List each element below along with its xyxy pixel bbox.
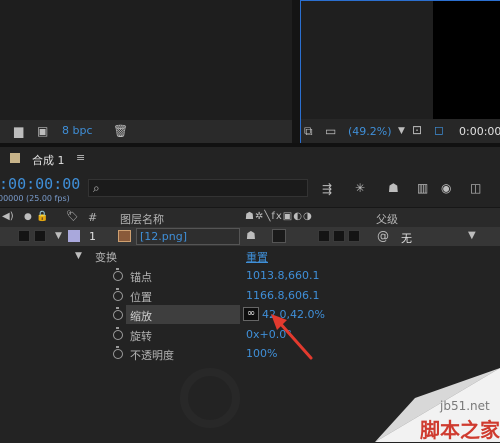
watermark-name: 脚本之家 [420, 418, 500, 442]
trash-icon[interactable]: 🗑 [113, 124, 128, 138]
property-name: 位置 [130, 291, 152, 304]
layer-name[interactable]: [12.png] [140, 230, 187, 243]
stopwatch-icon[interactable] [113, 268, 123, 281]
shy-layers-icon[interactable]: ☗ [388, 181, 399, 195]
transparency-grid-icon[interactable]: ◻ [434, 123, 444, 137]
transform-group-row[interactable]: ▼ 变换 重置 [0, 246, 500, 265]
stopwatch-icon[interactable] [113, 288, 123, 301]
layer-column-header: ◀) ● 🔒 🏷 # 图层名称 ☗✲╲fx▣◐◑ 父级 [0, 207, 500, 228]
viewer-timecode[interactable]: 0:00:00 [459, 125, 500, 138]
property-row-opacity[interactable]: 不透明度 100% [0, 344, 500, 363]
bit-depth-button[interactable]: 8 bpc [62, 124, 93, 137]
stopwatch-icon[interactable] [113, 346, 123, 359]
folder-icon[interactable]: ▆ [14, 124, 23, 138]
column-parent[interactable]: 父级 [376, 211, 398, 227]
video-switch[interactable] [18, 230, 30, 242]
audio-video-switches-icon[interactable]: ◀) [2, 210, 14, 224]
zoom-level[interactable]: (49.2%) [348, 125, 392, 138]
solo-icon[interactable]: ● [24, 210, 32, 224]
faint-logo-shape [180, 368, 240, 428]
transform-expand-icon[interactable]: ▼ [75, 249, 82, 263]
parent-dropdown-icon[interactable]: ▼ [468, 229, 476, 243]
region-of-interest-icon[interactable]: ⊡ [412, 123, 422, 137]
parent-value[interactable]: 无 [401, 230, 412, 246]
frame-blending-icon[interactable]: ▥ [417, 181, 428, 195]
property-name: 缩放 [130, 310, 152, 323]
property-name: 旋转 [130, 330, 152, 343]
parent-pickwhip-icon[interactable]: @ [377, 229, 389, 243]
effects-switch[interactable] [318, 230, 330, 242]
property-value[interactable]: 1013.8,660.1 [246, 269, 319, 282]
label-icon[interactable]: 🏷 [66, 210, 79, 224]
graph-editor-icon[interactable]: ◫ [470, 181, 481, 195]
shy-switch-icon[interactable]: ☗ [246, 229, 256, 243]
stopwatch-icon[interactable] [113, 307, 123, 320]
property-name: 不透明度 [130, 349, 174, 362]
panel-divider[interactable] [292, 0, 300, 143]
layer-index: 1 [89, 230, 96, 243]
property-name: 锚点 [130, 271, 152, 284]
transform-label: 变换 [95, 251, 117, 264]
snapshot-icon[interactable]: ⧉ [304, 124, 313, 138]
timeline-tab[interactable]: 合成 1 [32, 152, 65, 168]
image-layer-icon [118, 230, 131, 242]
draft-3d-icon[interactable]: ✳ [355, 181, 365, 195]
adjustment-switch[interactable] [333, 230, 345, 242]
tab-menu-icon[interactable]: ≡ [76, 151, 85, 164]
comp-flowchart-icon[interactable]: ⇶ [322, 182, 332, 196]
switches-header-icon: ☗✲╲fx▣◐◑ [245, 211, 313, 222]
column-num: # [88, 211, 98, 224]
column-layer-name[interactable]: 图层名称 [120, 211, 164, 227]
timeline-controls: 0:00:00:00 00000 (25.00 fps) ⌕ ⇶ ✳ ☗ ▥ ◉… [0, 171, 500, 207]
motion-blur-icon[interactable]: ◉ [441, 181, 451, 195]
property-value[interactable]: 1166.8,606.1 [246, 289, 319, 302]
viewer-canvas[interactable] [433, 1, 500, 119]
watermark-site: jb51.net [440, 399, 490, 413]
expand-chevron-icon[interactable]: ▼ [55, 229, 62, 243]
property-row-position[interactable]: 位置 1166.8,606.1 [0, 286, 500, 305]
project-footer: ▆ ▣ 8 bpc 🗑 [0, 120, 292, 143]
composition-viewer: ⧉ ▭ (49.2%) ▼ ⊡ ◻ 0:00:00 [300, 0, 500, 144]
property-row-rotation[interactable]: 旋转 0x+0.0° [0, 325, 500, 344]
3d-switch[interactable] [348, 230, 360, 242]
quality-switch[interactable] [272, 229, 286, 243]
monitor-icon[interactable]: ▭ [325, 124, 336, 138]
annotation-arrow [271, 314, 313, 360]
project-panel: ▆ ▣ 8 bpc 🗑 [0, 0, 292, 143]
transform-reset-link[interactable]: 重置 [246, 249, 268, 265]
stopwatch-icon[interactable] [113, 327, 123, 340]
layer-row[interactable]: ▼ 1 [12.png] ☗ @ 无 ▼ [0, 227, 500, 246]
layer-search-input[interactable]: ⌕ [88, 179, 308, 197]
property-row-scale[interactable]: 缩放 ∞ 42.0,42.0% [0, 305, 500, 324]
property-row-anchor[interactable]: 锚点 1013.8,660.1 [0, 266, 500, 285]
current-time[interactable]: 0:00:00:00 [0, 175, 80, 193]
lock-icon[interactable]: 🔒 [36, 210, 48, 224]
composition-icon[interactable]: ▣ [37, 124, 48, 138]
zoom-dropdown-icon[interactable]: ▼ [398, 124, 405, 138]
solo-switch[interactable] [34, 230, 46, 242]
viewer-footer: ⧉ ▭ (49.2%) ▼ ⊡ ◻ 0:00:00 [301, 119, 500, 144]
layer-name-field[interactable]: [12.png] [136, 228, 240, 245]
layer-label-swatch[interactable] [68, 230, 80, 242]
search-icon: ⌕ [93, 181, 100, 195]
comp-color-swatch [10, 153, 20, 163]
timeline-tab-bar: 合成 1 ≡ [0, 147, 500, 171]
constrain-proportions-link-icon[interactable]: ∞ [243, 307, 259, 321]
frame-info: 00000 (25.00 fps) [0, 194, 70, 203]
